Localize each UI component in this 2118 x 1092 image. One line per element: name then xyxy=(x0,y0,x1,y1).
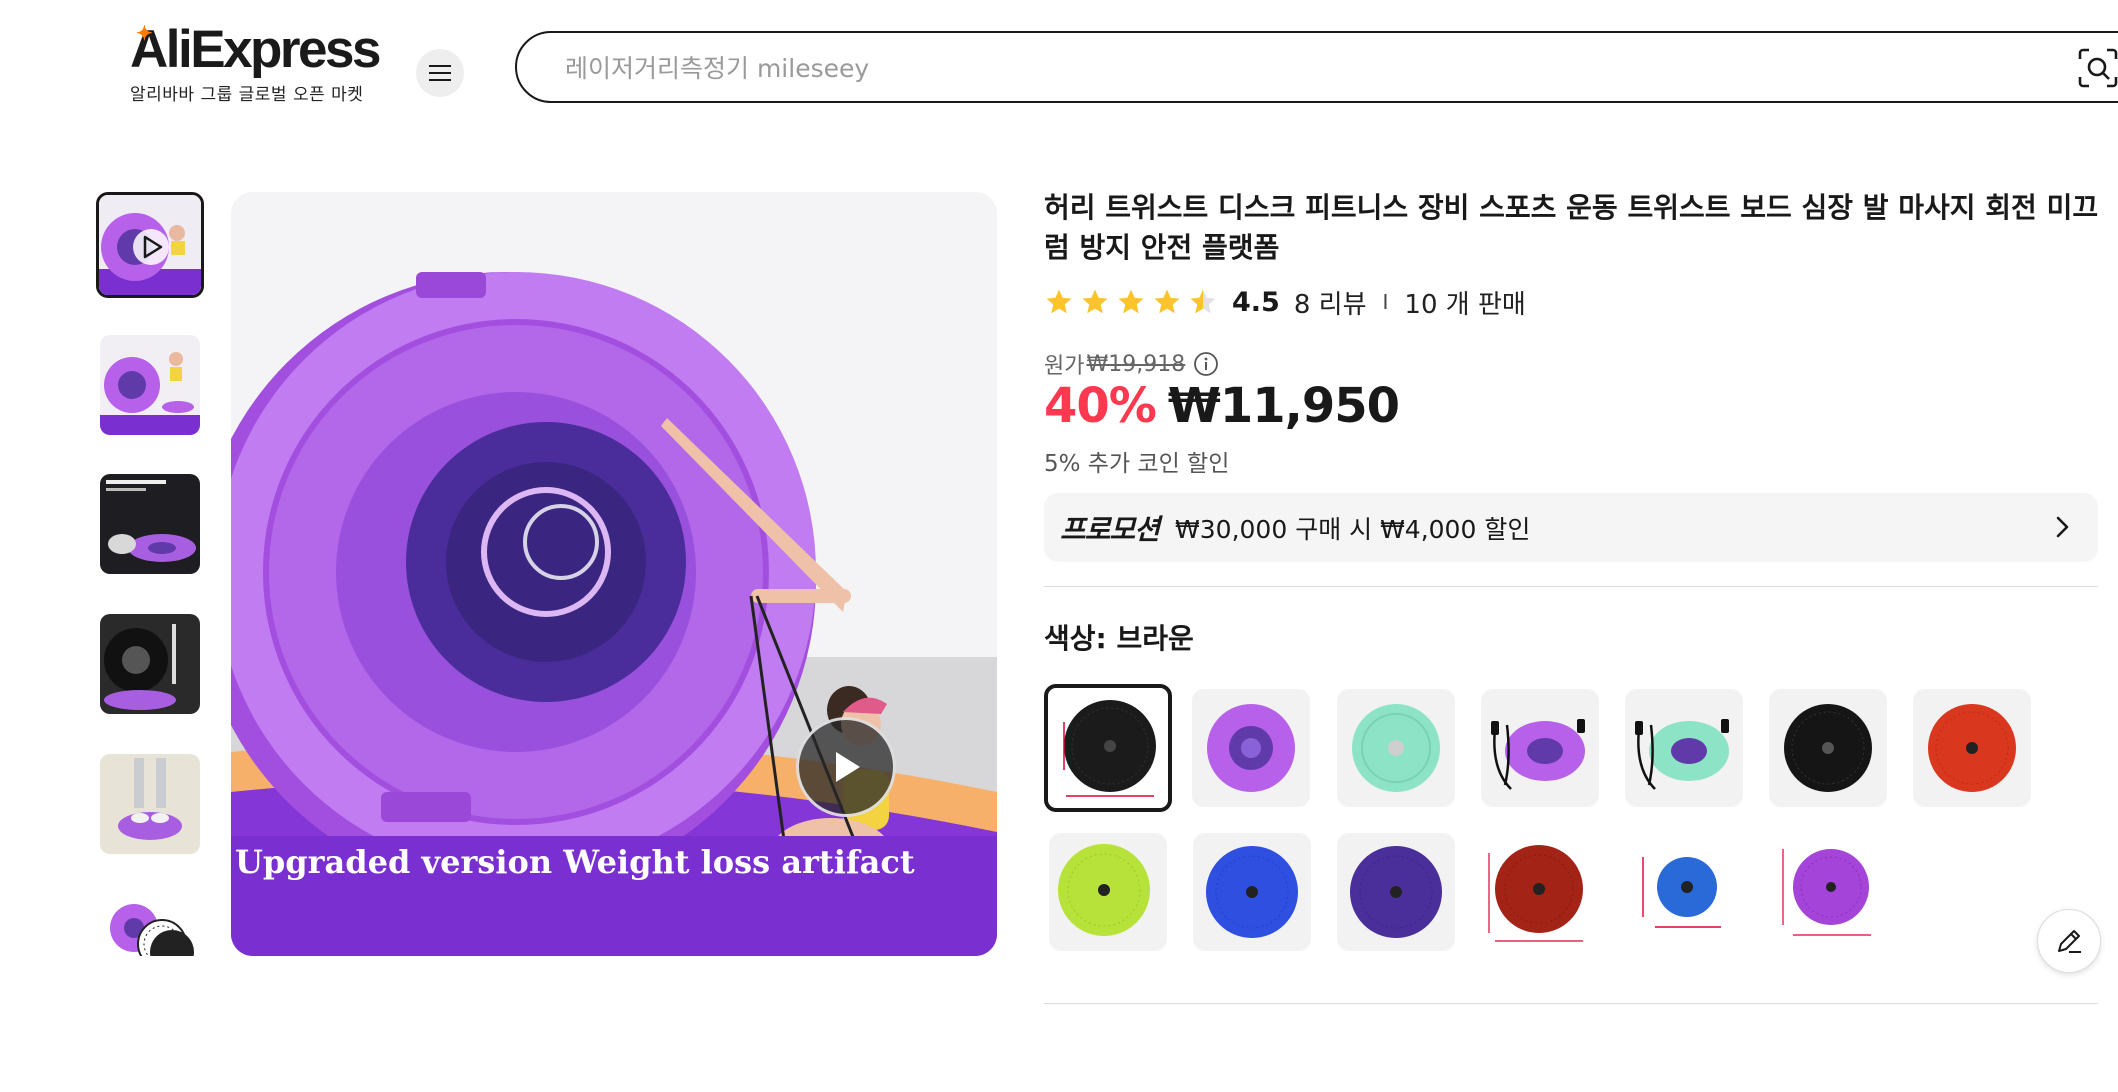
price-row: 40% ₩11,950 xyxy=(1044,378,1400,434)
image-caption: Upgraded version Weight loss artifact xyxy=(235,843,915,881)
aliexpress-logo[interactable]: ✦ AliExpress 알리바바 그룹 글로벌 오픈 마켓 xyxy=(130,20,381,106)
rating-value: 4.5 xyxy=(1232,286,1280,318)
color-swatch-12[interactable] xyxy=(1625,833,1743,951)
color-swatch-8[interactable] xyxy=(1049,833,1167,951)
thumbnail-strip xyxy=(96,192,204,956)
color-swatch-9[interactable] xyxy=(1193,833,1311,951)
thumbnail-3[interactable] xyxy=(100,474,200,574)
swatch-image xyxy=(1192,689,1310,807)
divider xyxy=(1044,586,2098,587)
search-input[interactable] xyxy=(565,51,1965,85)
thumbnail-video[interactable] xyxy=(96,192,204,298)
product-title: 허리 트위스트 디스크 피트니스 장비 스포츠 운동 트위스트 보드 심장 발 … xyxy=(1044,191,2099,264)
color-swatch-3[interactable] xyxy=(1337,689,1455,807)
logo-star-icon: ✦ xyxy=(136,23,153,45)
star-icon xyxy=(1118,289,1144,314)
color-swatch-1-selected[interactable] xyxy=(1044,684,1172,812)
swatch-image xyxy=(1769,833,1887,951)
camera-search-icon[interactable] xyxy=(2077,47,2118,89)
thumbnail-image xyxy=(100,614,200,714)
thumbnail-image xyxy=(100,754,200,854)
color-swatch-4[interactable] xyxy=(1481,689,1599,807)
swatch-image xyxy=(1481,689,1599,807)
rating-row[interactable]: 4.5 8 리뷰 I 10 개 판매 xyxy=(1044,284,1526,320)
thumbnail-image xyxy=(100,474,200,574)
swatch-image xyxy=(1481,833,1599,951)
discount-percent: 40% xyxy=(1044,378,1157,434)
swatch-image xyxy=(1049,833,1167,951)
thumbnail-image xyxy=(100,335,200,435)
color-swatch-10[interactable] xyxy=(1337,833,1455,951)
half-star-icon xyxy=(1190,289,1216,314)
original-price-label: 원가 xyxy=(1044,354,1085,379)
thumbnail-5[interactable] xyxy=(100,754,200,854)
color-swatch-6[interactable] xyxy=(1769,689,1887,807)
promotion-tag: 프로모션 xyxy=(1060,512,1160,546)
rating-stars xyxy=(1044,287,1218,317)
swatch-image xyxy=(1193,833,1311,951)
original-price-row: 원가 ₩19,918 xyxy=(1044,348,1219,380)
swatch-image xyxy=(1337,833,1455,951)
logo-subtitle: 알리바바 그룹 글로벌 오픈 마켓 xyxy=(130,85,364,105)
star-icon xyxy=(1046,289,1072,314)
chevron-right-icon xyxy=(2056,516,2069,538)
thumbnail-4[interactable] xyxy=(100,614,200,714)
thumbnail-6[interactable] xyxy=(100,894,200,956)
thumbnail-2[interactable] xyxy=(100,335,200,435)
thumbnail-image xyxy=(99,195,201,295)
hamburger-icon xyxy=(429,65,451,81)
logo-wordmark: ✦ AliExpress xyxy=(130,20,381,79)
swatch-image xyxy=(1913,689,2031,807)
main-product-image[interactable]: Upgraded version Weight loss artifact xyxy=(231,192,997,956)
separator: I xyxy=(1382,290,1389,314)
divider xyxy=(1044,1003,2098,1004)
play-icon xyxy=(836,752,860,782)
thumbnail-image xyxy=(100,894,200,956)
coin-discount: 5% 추가 코인 할인 xyxy=(1044,451,1230,477)
color-selection-label: 색상: 브라운 xyxy=(1044,622,1194,655)
swatch-image xyxy=(1769,689,1887,807)
swatch-image xyxy=(1052,692,1164,804)
current-price: ₩11,950 xyxy=(1167,378,1400,434)
swatch-image xyxy=(1625,689,1743,807)
edit-button[interactable] xyxy=(2037,909,2101,973)
color-swatch-13[interactable] xyxy=(1769,833,1887,951)
pencil-icon xyxy=(2058,930,2081,953)
info-icon[interactable] xyxy=(1193,351,1219,377)
color-swatch-5[interactable] xyxy=(1625,689,1743,807)
promotion-banner[interactable]: 프로모션 ₩30,000 구매 시 ₩4,000 할인 xyxy=(1044,493,2098,562)
color-swatch-7[interactable] xyxy=(1913,689,2031,807)
menu-button[interactable] xyxy=(416,49,464,97)
color-swatch-2[interactable] xyxy=(1192,689,1310,807)
play-video-button[interactable] xyxy=(796,717,896,817)
original-price: ₩19,918 xyxy=(1086,351,1186,377)
promotion-text: ₩30,000 구매 시 ₩4,000 할인 xyxy=(1175,514,1531,544)
sold-count: 10 개 판매 xyxy=(1404,289,1526,320)
swatch-image xyxy=(1337,689,1455,807)
color-swatch-11[interactable] xyxy=(1481,833,1599,951)
search-bar xyxy=(515,31,2118,103)
star-icon xyxy=(1082,289,1108,314)
star-icon xyxy=(1154,289,1180,314)
swatch-image xyxy=(1625,833,1743,951)
review-count-link[interactable]: 8 리뷰 xyxy=(1294,284,1367,321)
